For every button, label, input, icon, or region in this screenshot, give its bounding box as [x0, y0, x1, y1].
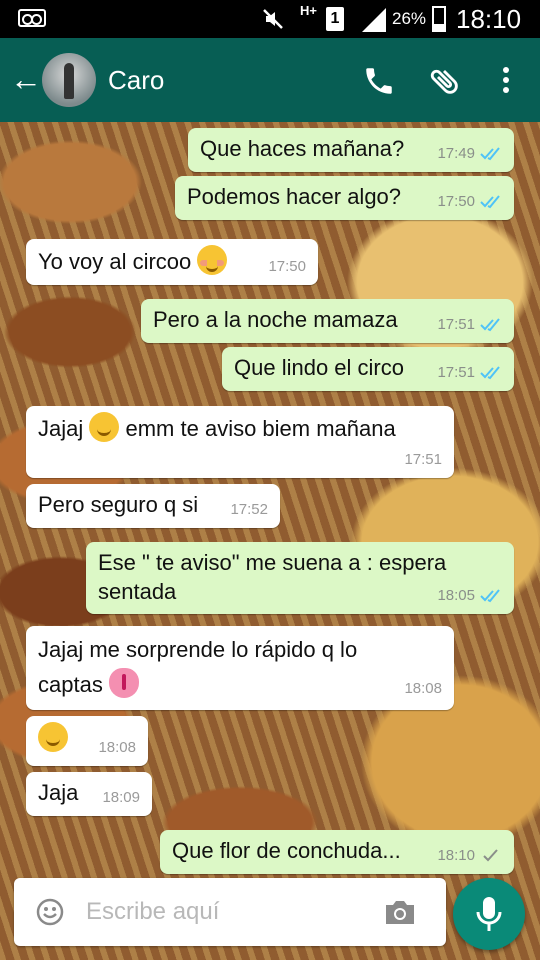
message-bubble[interactable]: Pero a la noche mamaza 17:51	[141, 299, 514, 343]
more-vert-icon[interactable]	[496, 64, 516, 98]
message-text: emm te aviso biem mañana	[125, 416, 396, 441]
battery-percent: 26%	[392, 9, 427, 28]
message-time: 17:49	[437, 145, 475, 162]
message-text-line: captas	[38, 672, 103, 697]
mute-icon	[263, 9, 283, 29]
message-text: Jaja	[38, 780, 79, 805]
message-time: 17:51	[404, 451, 442, 468]
message-time: 18:09	[102, 789, 140, 806]
back-arrow-icon[interactable]: ←	[10, 62, 42, 96]
avatar[interactable]	[42, 53, 96, 107]
read-ticks-icon	[480, 194, 500, 208]
smile-emoji-icon	[38, 722, 68, 752]
message-bubble[interactable]: Ese " te aviso" me suena a : espera sent…	[86, 542, 514, 614]
message-meta: 17:49	[437, 139, 502, 168]
message-meta: 18:08	[404, 671, 442, 706]
chat-area[interactable]: Que haces mañana? 17:49 Podemos hacer al…	[0, 122, 540, 960]
sim-indicator: 1	[326, 7, 344, 31]
read-ticks-icon	[480, 365, 500, 379]
battery-icon	[432, 6, 446, 32]
read-ticks-icon	[480, 588, 500, 602]
message-text-line: Jajaj me sorprende lo rápido q lo	[38, 637, 358, 662]
message-bubble[interactable]: Jaja 18:09	[26, 772, 152, 816]
message-meta: 17:50	[437, 187, 502, 216]
message-meta: 17:51	[437, 358, 502, 387]
message-time: 17:51	[437, 316, 475, 333]
message-time: 18:10	[437, 847, 475, 864]
message-text: Jajaj	[38, 416, 84, 441]
message-text: Que haces mañana?	[200, 136, 405, 161]
smile-emoji-icon	[89, 412, 120, 442]
message-text: Que lindo el circo	[234, 355, 404, 380]
message-bubble[interactable]: Que flor de conchuda... 18:10	[160, 830, 514, 874]
message-input[interactable]: Escribe aquí	[86, 898, 219, 926]
message-text: Yo voy al circoo	[38, 249, 192, 274]
phone-icon[interactable]	[362, 64, 396, 98]
message-bubble[interactable]: Podemos hacer algo? 17:50	[175, 176, 514, 220]
message-bubble[interactable]: 18:08	[26, 716, 148, 766]
message-meta: 17:52	[230, 495, 268, 524]
message-meta: 17:50	[268, 252, 306, 281]
message-bubble[interactable]: Que lindo el circo 17:51	[222, 347, 514, 391]
message-meta: 18:08	[98, 733, 136, 762]
network-type: H+	[300, 3, 317, 18]
message-text-line: Ese " te aviso" me suena a : espera	[98, 550, 447, 575]
read-ticks-icon	[480, 317, 500, 331]
message-meta: 18:05	[437, 581, 502, 610]
message-meta: 18:10	[437, 841, 502, 870]
mic-button[interactable]	[453, 878, 525, 950]
message-time: 17:50	[437, 193, 475, 210]
camera-icon[interactable]	[384, 898, 416, 926]
message-bubble[interactable]: Jajaj emm te aviso biem mañana 17:51	[26, 406, 454, 478]
message-time: 18:05	[437, 587, 475, 604]
message-meta: 17:51	[404, 445, 442, 474]
contact-name[interactable]: Caro	[108, 65, 164, 96]
message-text: Podemos hacer algo?	[187, 184, 402, 209]
signal-icon	[362, 8, 386, 32]
message-meta: 18:09	[102, 783, 140, 812]
message-text: Pero seguro q si	[38, 492, 199, 517]
message-time: 17:52	[230, 501, 268, 518]
message-text: Que flor de conchuda...	[172, 838, 401, 863]
tongue-emoji-icon	[108, 668, 139, 698]
emoji-icon[interactable]	[36, 898, 64, 926]
mic-icon	[476, 897, 502, 931]
message-input-box[interactable]: Escribe aquí	[14, 878, 446, 946]
message-bubble[interactable]: Que haces mañana? 17:49	[188, 128, 514, 172]
message-time: 17:50	[268, 258, 306, 275]
read-ticks-icon	[480, 146, 500, 160]
message-time: 18:08	[98, 739, 136, 756]
paperclip-icon[interactable]	[428, 64, 462, 98]
clock: 18:10	[456, 4, 522, 34]
blush-emoji-icon	[197, 245, 228, 275]
voicemail-icon	[18, 9, 46, 27]
message-bubble[interactable]: Jajaj me sorprende lo rápido q lo captas…	[26, 626, 454, 710]
message-bubble[interactable]: Yo voy al circoo 17:50	[26, 239, 318, 285]
message-time: 18:08	[404, 680, 442, 697]
chat-header: ← Caro	[0, 38, 540, 122]
message-meta: 17:51	[437, 310, 502, 339]
delivered-tick-icon	[483, 848, 498, 861]
status-bar: H+ 1 26% 18:10	[0, 0, 540, 38]
message-bubble[interactable]: Pero seguro q si 17:52	[26, 484, 280, 528]
message-text: Pero a la noche mamaza	[153, 307, 398, 332]
message-time: 17:51	[437, 364, 475, 381]
